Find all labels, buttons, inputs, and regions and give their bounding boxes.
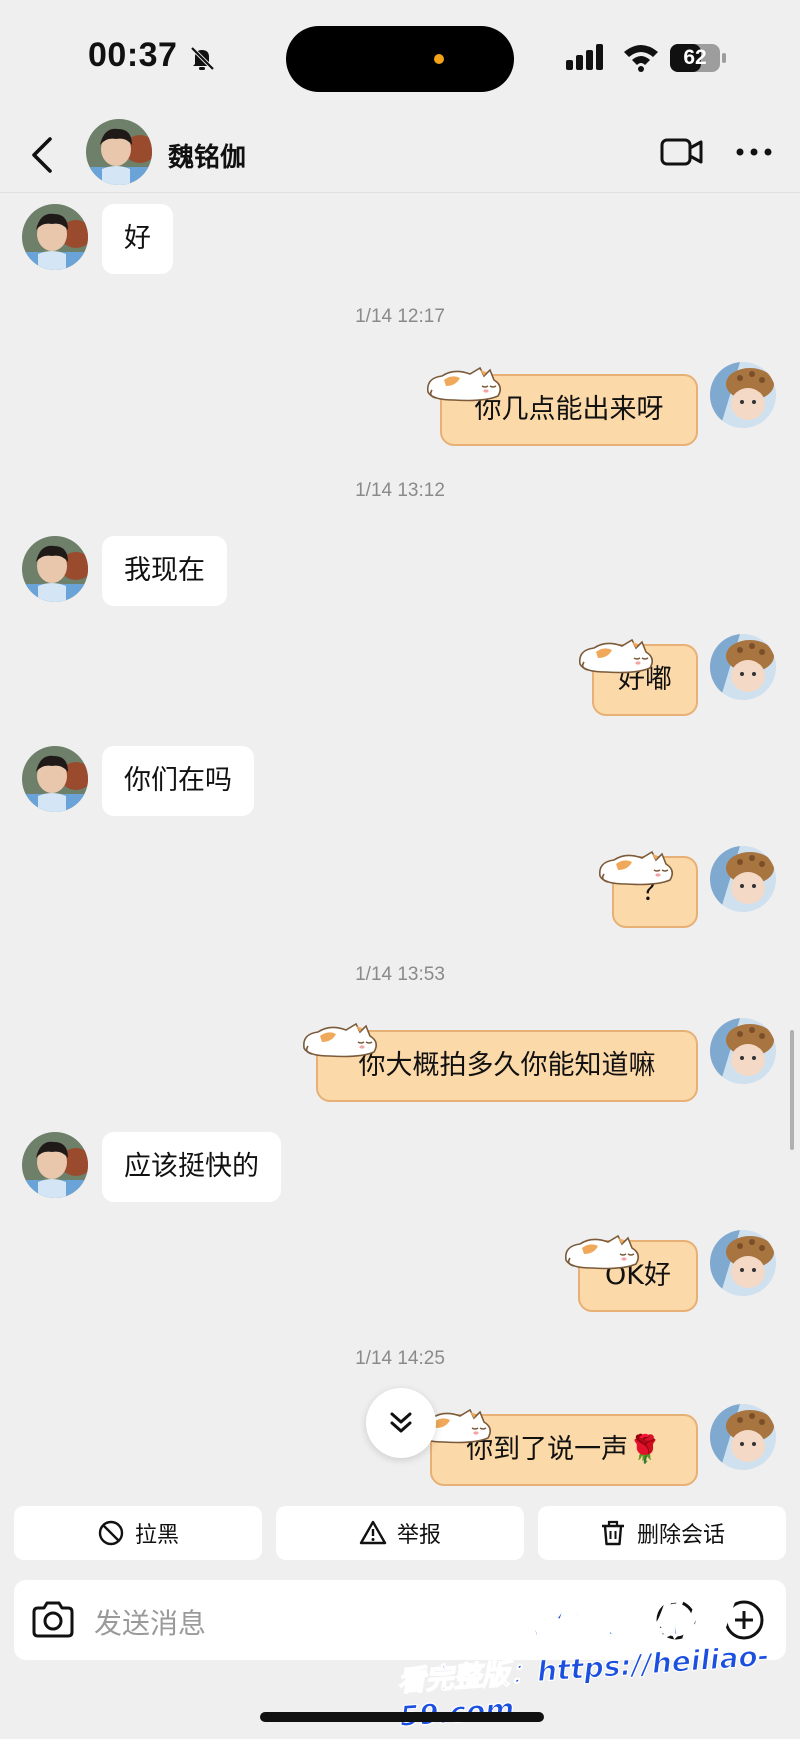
message-bubble-incoming[interactable]: 应该挺快的 [102,1132,281,1202]
warning-icon [359,1520,387,1545]
block-button[interactable]: 拉黑 [14,1506,262,1560]
contact-avatar[interactable] [22,536,88,602]
cat-sticker-icon [562,1226,646,1272]
cat-sticker-icon [596,842,680,888]
more-icon[interactable] [734,145,774,159]
message-timestamp: 1/14 13:53 [355,964,445,985]
camera-icon[interactable] [30,1598,76,1642]
scroll-to-bottom-button[interactable] [366,1388,436,1458]
contact-avatar[interactable] [22,204,88,270]
contact-avatar[interactable] [22,1132,88,1198]
island-indicator [434,54,444,64]
message-input[interactable]: 发送消息 [94,1602,206,1642]
scrollbar[interactable] [790,1030,794,1150]
dynamic-island [286,26,514,92]
delete-conversation-button[interactable]: 删除会话 [538,1506,786,1560]
contact-avatar[interactable] [86,119,152,185]
cat-sticker-icon [300,1014,384,1060]
my-avatar[interactable] [710,1018,776,1084]
chat-header: 魏铭伽 [0,115,800,193]
wifi-icon [624,45,658,72]
chevron-double-down-icon [390,1412,412,1433]
status-time: 00:37 [88,36,178,74]
my-avatar[interactable] [710,1404,776,1470]
report-label: 举报 [396,1523,441,1548]
signal-icon [566,44,603,70]
report-button[interactable]: 举报 [276,1506,524,1560]
my-avatar[interactable] [710,634,776,700]
message-bubble-incoming[interactable]: 好 [102,204,173,274]
status-bar: 00:37 62 [0,0,800,115]
watermark-title: 黑料吃瓜网 [496,1592,733,1645]
block-icon [98,1520,124,1546]
message-timestamp: 1/14 14:25 [355,1348,445,1369]
battery-level: 62 [683,46,707,69]
my-avatar[interactable] [710,1230,776,1296]
cat-sticker-icon [576,630,660,676]
home-indicator[interactable] [260,1712,544,1722]
back-icon[interactable] [26,135,60,175]
message-timestamp: 1/14 12:17 [355,306,445,327]
message-timestamp: 1/14 13:12 [355,480,445,501]
my-avatar[interactable] [710,846,776,912]
video-call-icon[interactable] [660,135,704,169]
message-bubble-incoming[interactable]: 你们在吗 [102,746,254,816]
delete-label: 删除会话 [636,1523,725,1548]
cat-sticker-icon [424,358,508,404]
battery-icon: 62 [670,44,726,72]
contact-avatar[interactable] [22,746,88,812]
contact-name[interactable]: 魏铭伽 [168,137,246,174]
trash-icon [601,1520,624,1546]
my-avatar[interactable] [710,362,776,428]
block-label: 拉黑 [134,1523,179,1548]
bell-muted-icon [190,46,215,71]
message-bubble-incoming[interactable]: 我现在 [102,536,227,606]
